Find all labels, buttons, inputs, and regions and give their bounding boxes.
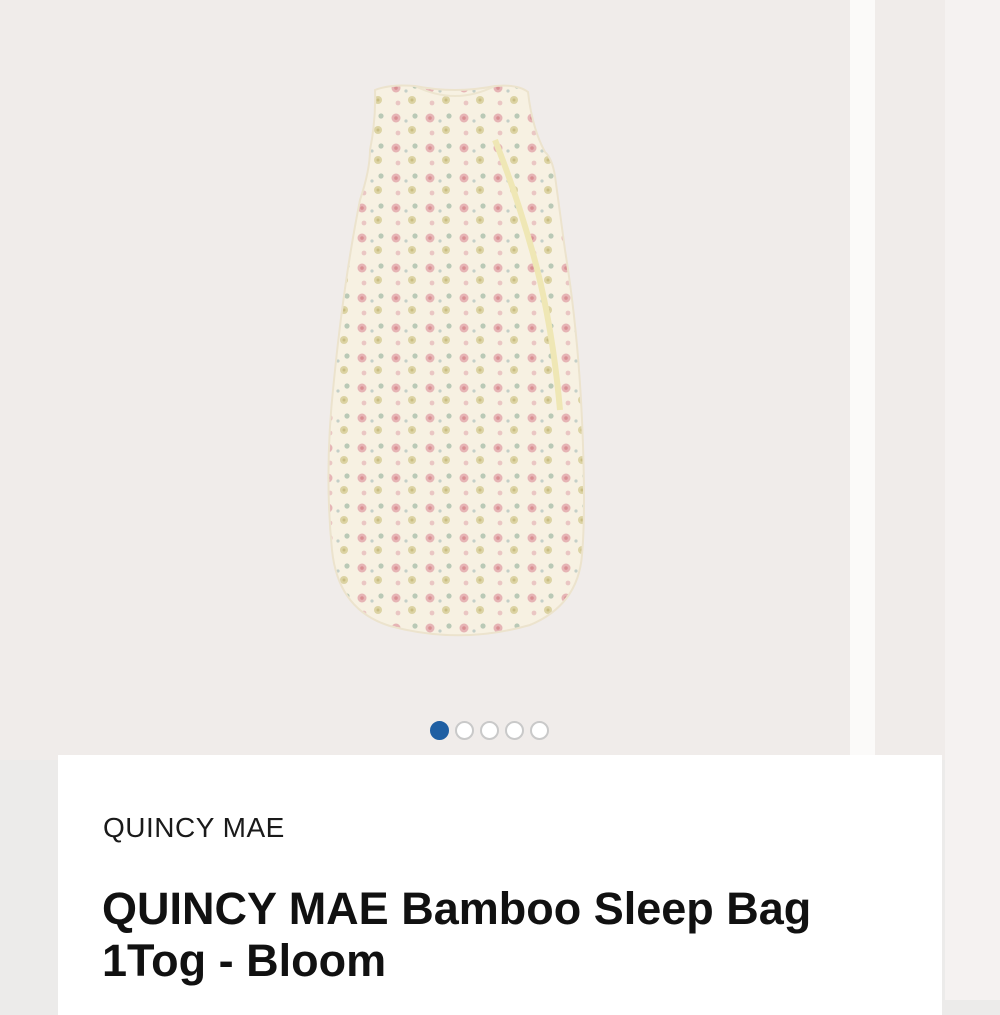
page-edge — [945, 0, 1000, 1000]
carousel-dot-5[interactable] — [530, 721, 549, 740]
brand-name[interactable]: QUINCY MAE — [103, 812, 285, 844]
product-image-slide[interactable] — [0, 0, 850, 760]
carousel-dot-2[interactable] — [455, 721, 474, 740]
sleep-bag-product-image[interactable] — [320, 80, 590, 640]
carousel-dot-3[interactable] — [480, 721, 499, 740]
slide-gap — [850, 0, 875, 760]
product-title: QUINCY MAE Bamboo Sleep Bag 1Tog - Bloom — [102, 883, 812, 986]
product-info-card: QUINCY MAE QUINCY MAE Bamboo Sleep Bag 1… — [58, 755, 942, 1015]
carousel-dot-1[interactable] — [430, 721, 449, 740]
carousel-dot-4[interactable] — [505, 721, 524, 740]
next-product-image-slide[interactable] — [875, 0, 945, 760]
carousel-pagination — [430, 721, 549, 740]
